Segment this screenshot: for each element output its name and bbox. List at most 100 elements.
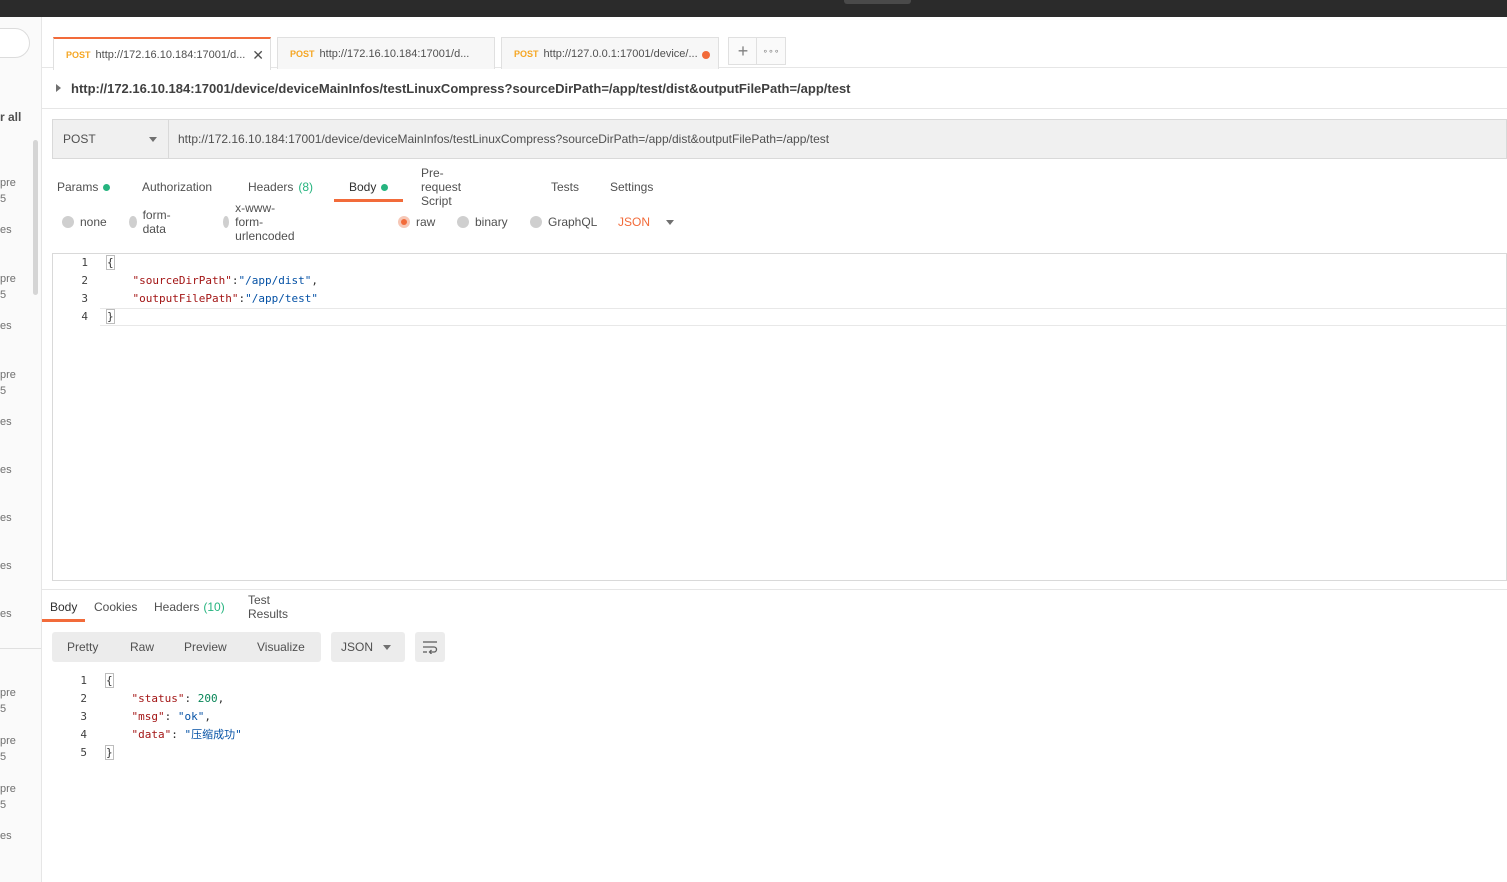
sidebar-item-fragment[interactable]: pre [0,271,16,287]
tab-tests[interactable]: Tests [551,172,579,202]
sidebar-item-fragment[interactable]: es [0,222,12,238]
body-type-urlencoded[interactable]: x-www-form-urlencoded [223,201,300,243]
method-select-value: POST [63,132,96,146]
sidebar-item-fragment[interactable]: es [0,462,12,478]
line-number: 1 [80,674,87,687]
sidebar-item-fragment[interactable]: es [0,558,12,574]
sidebar-item-fragment[interactable]: es [0,414,12,430]
request-tab-strip: POST http://172.16.10.184:17001/d... ✕ P… [42,35,1507,70]
json-string-value: "ok" [177,710,205,723]
sidebar-item-fragment[interactable]: es [0,510,12,526]
wrap-lines-button[interactable] [415,632,445,662]
sidebar-item-fragment[interactable]: pre [0,733,16,749]
title-bar-control[interactable] [844,0,911,4]
radio-icon [457,216,469,228]
expand-caret-icon[interactable] [56,84,61,92]
body-format-value: JSON [618,215,651,229]
json-brace: } [106,309,115,324]
radio-selected-icon [398,216,410,228]
json-key: "data" [131,728,172,741]
tab-url-label: http://127.0.0.1:17001/device/... [543,47,698,60]
response-body-viewer[interactable]: 1 2 3 4 5 { "status": 200, "msg": "ok", … [52,672,1507,772]
sidebar-scrollbar[interactable] [33,140,38,295]
response-tab-body[interactable]: Body [42,594,86,622]
tab-headers[interactable]: Headers (8) [248,172,313,202]
unsaved-changes-dot-icon [702,51,710,59]
sidebar-item-fragment[interactable]: 5 [0,287,6,303]
sidebar-item-fragment[interactable]: es [0,828,12,844]
body-type-none[interactable]: none [62,212,107,232]
radio-icon [223,216,230,228]
more-tabs-button[interactable]: ∘∘∘ [756,37,786,65]
body-active-dot-icon [381,183,389,191]
sidebar-item-fragment[interactable]: 5 [0,383,6,399]
sidebar-item-fragment[interactable]: pre [0,175,16,191]
sidebar-item-fragment[interactable]: es [0,318,12,334]
request-name-bar: http://172.16.10.184:17001/device/device… [42,68,1507,109]
radio-icon [530,216,542,228]
sidebar-item-fragment[interactable]: 5 [0,749,6,765]
tab-method-label: POST [514,48,539,59]
view-raw-button[interactable]: Raw [130,632,154,662]
sidebar-search-input[interactable] [0,28,30,58]
view-preview-button[interactable]: Preview [184,632,227,662]
json-key: "status" [131,692,185,705]
response-format-select[interactable]: JSON [331,632,405,662]
current-line-highlight [100,308,1506,326]
method-select[interactable]: POST [53,120,169,158]
pane-divider[interactable] [42,589,1507,590]
line-number: 2 [80,692,87,705]
response-tab-test-results[interactable]: Test Results [248,593,288,621]
request-name[interactable]: http://172.16.10.184:17001/device/device… [71,81,851,96]
headers-count-badge: (8) [298,180,314,194]
body-type-binary-label: binary [475,215,508,229]
tab-params[interactable]: Params [57,172,111,202]
tab-method-label: POST [290,48,315,59]
body-type-raw[interactable]: raw [398,212,435,232]
sidebar-item-fragment[interactable]: 5 [0,191,6,207]
body-type-graphql[interactable]: GraphQL [530,212,597,232]
sidebar-item-fragment[interactable]: 5 [0,797,6,813]
body-format-select[interactable]: JSON [618,212,675,232]
new-tab-button[interactable]: + [728,37,758,65]
line-number: 1 [81,256,88,269]
json-string-value: "压缩成功" [184,728,242,741]
response-tab-headers[interactable]: Headers (10) [154,594,225,620]
body-type-form-data[interactable]: form-data [129,208,175,236]
view-visualize-button[interactable]: Visualize [257,632,305,662]
response-tab-body-label: Body [50,600,78,614]
json-number-value: 200 [197,692,218,705]
sidebar-item-fragment[interactable]: pre [0,685,16,701]
tab-url-label: http://172.16.10.184:17001/d... [319,47,470,60]
sidebar-item-fragment[interactable]: es [0,606,12,622]
tab-pre-request-script[interactable]: Pre-request Script [421,166,461,208]
url-input[interactable]: http://172.16.10.184:17001/device/device… [169,120,1506,158]
view-pretty-button[interactable]: Pretty [67,632,98,662]
tab-settings[interactable]: Settings [610,172,653,202]
request-tab-3[interactable]: POST http://127.0.0.1:17001/device/... [501,37,719,69]
response-tab-cookies[interactable]: Cookies [94,594,137,620]
params-active-dot-icon [103,183,111,191]
json-key: "msg" [131,710,165,723]
chevron-down-icon [383,645,391,650]
tab-params-label: Params [57,180,99,194]
line-number: 5 [80,746,87,759]
active-tab-underline [334,199,404,202]
line-number: 4 [80,728,87,741]
tab-authorization[interactable]: Authorization [142,172,212,202]
tab-body-label: Body [349,180,377,194]
sidebar-view-all-link[interactable]: r all [0,110,21,124]
body-type-binary[interactable]: binary [457,212,508,232]
request-tab-2[interactable]: POST http://172.16.10.184:17001/d... [277,37,495,69]
json-brace: { [105,673,114,688]
sidebar-item-fragment[interactable]: pre [0,367,16,383]
sidebar-item-fragment[interactable]: 5 [0,701,6,717]
sidebar-divider [0,648,41,649]
request-tab-1[interactable]: POST http://172.16.10.184:17001/d... ✕ [53,37,271,70]
body-type-graphql-label: GraphQL [548,215,598,229]
close-icon[interactable]: ✕ [252,47,264,64]
tab-body[interactable]: Body [334,172,404,202]
request-body-editor[interactable]: 1 2 3 4 { "sourceDirPath":"/app/dist", "… [52,253,1507,581]
response-view-switcher: Pretty Raw Preview Visualize [52,632,321,662]
sidebar-item-fragment[interactable]: pre [0,781,16,797]
